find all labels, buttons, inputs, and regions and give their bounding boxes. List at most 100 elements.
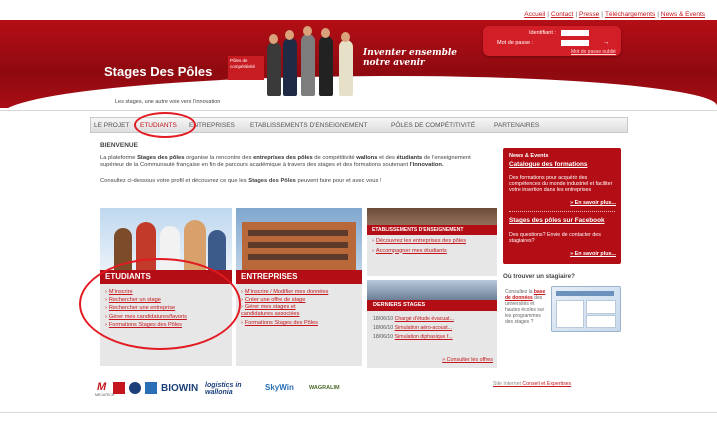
intro-part: peuvent faire pour et avec vous ! — [295, 178, 382, 184]
link-formations-entreprises[interactable]: Formations Stages des Pôles — [241, 319, 328, 327]
highlight-circle-nav — [134, 112, 196, 138]
news-item-1-title[interactable]: Catalogue des formations — [509, 161, 587, 168]
partner-logo-red-square[interactable] — [113, 382, 125, 394]
link-accompagner[interactable]: Accompagner mes étudiants — [372, 247, 472, 255]
top-links: Accueil | Contact | Presse | Téléchargements | N… — [524, 11, 705, 18]
card-etablissements-title: ETABLISSEMENTS D'ENSEIGNEMENT — [367, 225, 497, 235]
workers-photo — [367, 280, 497, 300]
stage-date: 18/06/10 — [373, 316, 394, 322]
people-photo — [263, 16, 363, 96]
etablissements-links: Découvrez les entreprises des pôles Acco… — [372, 238, 472, 255]
partner-logos: M MECATECH BIOWIN logistics in wallonia … — [95, 381, 357, 399]
footer-link-prefix: Site Internet — [493, 381, 523, 387]
slogan-line-1: Inventer ensemble — [363, 48, 458, 58]
stage-link[interactable]: Simulation aéro-acoust... — [395, 325, 452, 331]
head-3 — [303, 26, 312, 36]
forgot-password-link[interactable]: Mot de passe oublié — [571, 49, 616, 55]
intro-part: de compétitivité — [312, 155, 357, 161]
card-etablissements: ETABLISSEMENTS D'ENSEIGNEMENT Découvrez … — [367, 208, 497, 276]
id-label: Identifiant : — [529, 30, 556, 36]
divider-line — [0, 110, 717, 111]
nav-partenaires[interactable]: PARTENAIRES — [494, 122, 539, 129]
screenshot-block — [586, 300, 616, 314]
person-1 — [267, 42, 281, 96]
toplink-telechargements[interactable]: Téléchargements — [605, 11, 655, 18]
footer-link[interactable]: Site Internet Conseil et Expertises — [493, 381, 571, 387]
intro-part: organise la rencontre des — [184, 155, 254, 161]
toplink-contact[interactable]: Contact — [551, 11, 573, 18]
stage-link[interactable]: Simulation diphasique f... — [395, 334, 453, 340]
poles-badge: Pôles de compétitivité — [228, 56, 264, 80]
news-item-1-text: Des formations pour acquérir des compéte… — [509, 175, 613, 193]
nav-poles[interactable]: PÔLES DE COMPÉTITIVITÉ — [391, 122, 475, 129]
login-submit-icon[interactable]: → — [601, 39, 611, 47]
partner-label-mecatech: MECATECH — [95, 393, 115, 397]
head-4 — [321, 28, 330, 38]
login-box: Identifiant : Mot de passe : → Mot de pa… — [483, 26, 621, 56]
window-row — [248, 254, 348, 260]
intro-text: La plateforme Stages des pôles organise … — [100, 155, 496, 169]
person-2 — [283, 38, 297, 96]
link-creer-offre[interactable]: Créer une offre de stage — [241, 296, 328, 304]
person-5 — [339, 40, 353, 96]
site-logo[interactable]: Stages Des Pôles Pôles de compétitivité — [96, 48, 264, 84]
brand-name: Stages Des Pôles — [104, 64, 213, 79]
news-heading: News & Events — [509, 153, 549, 159]
partner-logo-skywin[interactable]: SkyWin — [265, 383, 294, 392]
footer-divider — [0, 412, 717, 413]
nav-le-projet[interactable]: LE PROJET — [94, 122, 129, 129]
highlight-circle-etudiants — [79, 258, 241, 350]
footer-link-text[interactable]: Conseil et Expertises — [522, 381, 571, 387]
page: Accueil | Contact | Presse | Téléchargements | N… — [0, 0, 717, 444]
find-intern-panel: Où trouver un stagiaire? Consultez la ba… — [503, 270, 621, 354]
stage-row: 18/06/10 Chargé d'étude évacuat... — [373, 316, 454, 322]
pwd-label: Mot de passe : — [497, 40, 534, 46]
partner-logo-biowin[interactable]: BIOWIN — [161, 383, 198, 394]
toplink-accueil[interactable]: Accueil — [524, 11, 545, 18]
consulter-offres-link[interactable]: » Consulter les offres — [442, 357, 493, 363]
slogan: Inventer ensemble notre avenir — [363, 48, 457, 68]
stage-row: 18/06/10 Simulation aéro-acoust... — [373, 325, 452, 331]
stage-link[interactable]: Chargé d'étude évacuat... — [395, 316, 454, 322]
intro-part: La plateforme — [100, 155, 138, 161]
partner-logo-blue-square[interactable] — [145, 382, 157, 394]
window-row — [248, 242, 348, 248]
slogan-line-2: notre avenir — [363, 58, 425, 68]
news-more-1[interactable]: » En savoir plus... — [570, 200, 616, 206]
partner-logo-mecatech[interactable]: M — [97, 381, 106, 393]
intro-part: Consultez ci-dessous votre profil et déc… — [100, 178, 249, 184]
nav-etablissements[interactable]: ETABLISSEMENTS D'ENSEIGNEMENT — [250, 122, 367, 129]
find-intern-text: Consultez la base de données des univers… — [505, 289, 549, 325]
link-gerer-stages[interactable]: Gérer mes stages et candidatures associé… — [241, 304, 311, 317]
derniers-stages-panel: DERNIERS STAGES 18/06/10 Chargé d'étude … — [367, 280, 497, 368]
pwd-input[interactable] — [561, 40, 589, 46]
window-row — [248, 230, 348, 236]
news-more-2[interactable]: » En savoir plus... — [570, 251, 616, 257]
database-screenshot[interactable] — [551, 286, 621, 332]
find-intern-heading: Où trouver un stagiaire? — [503, 273, 575, 280]
toplink-news[interactable]: News & Events — [661, 11, 705, 18]
link-inscrire-modifier[interactable]: M'inscrire / Modifier mes données — [241, 288, 328, 296]
derniers-stages-title: DERNIERS STAGES — [367, 300, 497, 311]
news-item-2-title[interactable]: Stages des pôles sur Facebook — [509, 217, 605, 224]
stage-row: 18/06/10 Simulation diphasique f... — [373, 334, 453, 340]
head-5 — [341, 32, 350, 42]
news-panel: News & Events Catalogue des formations D… — [503, 148, 621, 264]
page-title: BIENVENUE — [100, 142, 138, 149]
intro-part: et des — [377, 155, 397, 161]
id-input[interactable] — [561, 30, 589, 36]
person-3 — [301, 34, 315, 96]
student-figure — [208, 230, 226, 270]
screenshot-block — [556, 300, 584, 328]
intro-bold: l'innovation. — [409, 161, 444, 168]
intro-bold: étudiants — [396, 155, 423, 161]
toplink-presse[interactable]: Presse — [579, 11, 599, 18]
partner-logo-wagralim[interactable]: WAGRALIM — [309, 385, 340, 391]
link-decouvrez-entreprises[interactable]: Découvrez les entreprises des pôles — [372, 238, 472, 245]
card-entreprises: ENTREPRISES M'inscrire / Modifier mes do… — [236, 208, 362, 366]
card-entreprises-title: ENTREPRISES — [236, 270, 362, 284]
partner-logo-logistics[interactable]: logistics in wallonia — [205, 382, 261, 396]
partner-logo-blue-circle[interactable] — [129, 382, 141, 394]
head-2 — [285, 30, 294, 40]
intro-bold: Stages des Pôles — [248, 178, 296, 184]
